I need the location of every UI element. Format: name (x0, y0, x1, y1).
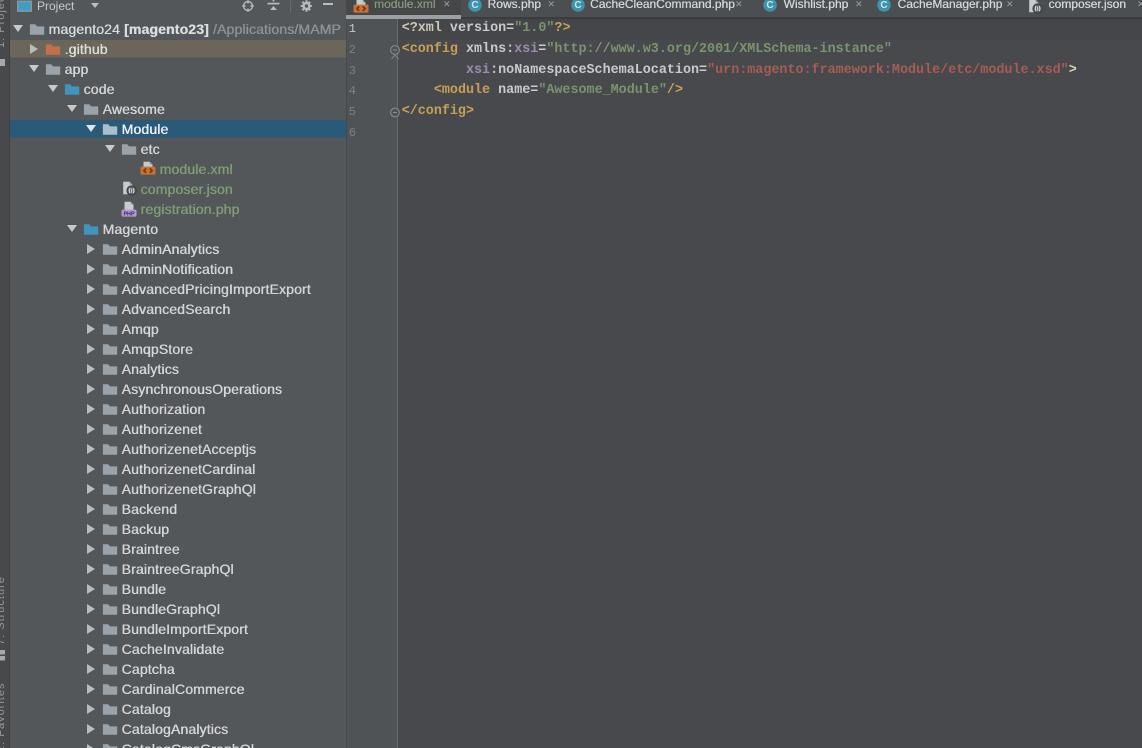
svg-text:C: C (471, 0, 478, 11)
svg-text:C: C (766, 0, 773, 11)
svg-text:C: C (880, 0, 887, 11)
svg-text:C: C (574, 0, 581, 11)
svg-text:PHP: PHP (123, 211, 134, 217)
